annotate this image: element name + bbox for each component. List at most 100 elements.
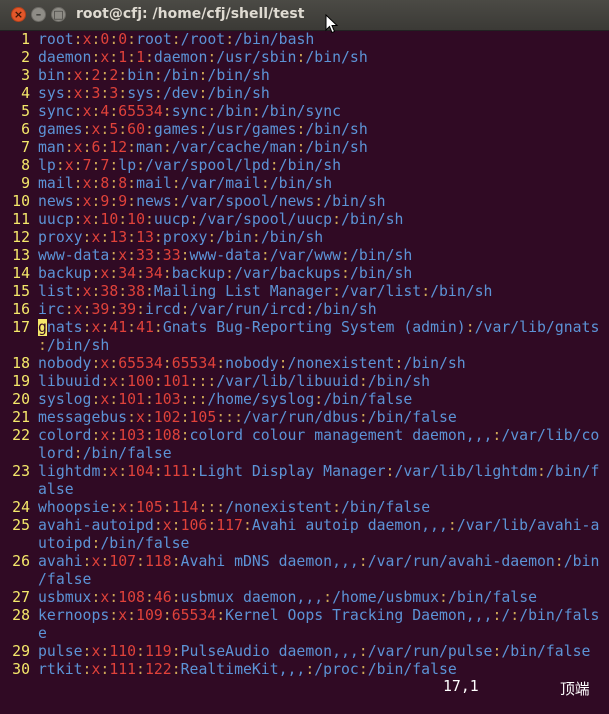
window-title: root@cfj: /home/cfj/shell/test (76, 6, 305, 22)
text-segment: : (305, 661, 315, 678)
text-segment: 34 (144, 265, 163, 282)
text-segment: : (153, 373, 163, 390)
editor-line[interactable]: 15 list:x:38:38:Mailing List Manager:/var… (0, 283, 609, 301)
maximize-button[interactable]: □ (51, 7, 66, 22)
editor-line[interactable]: 22 colord:x:103:108:colord colour managem… (0, 427, 609, 445)
text-segment: 38 (127, 283, 145, 300)
editor-line[interactable]: 25 avahi-autoipd:x:106:117:Avahi autoip d… (0, 517, 609, 535)
editor-line[interactable]: alse (0, 481, 609, 499)
text-segment: 10 (100, 211, 119, 228)
text-segment: : (109, 193, 119, 210)
text-segment: : (153, 85, 163, 102)
text-segment: : (162, 139, 172, 156)
editor-line[interactable]: 7 man:x:6:12:man:/var/cache/man:/bin/sh (0, 139, 609, 157)
editor-line[interactable]: 28 kernoops:x:109:65534:Kernel Oops Track… (0, 607, 609, 625)
editor-line[interactable]: 3 bin:x:2:2:bin:/bin:/bin/sh (0, 67, 609, 85)
editor-line[interactable]: 9 mail:x:8:8:mail:/var/mail:/bin/sh (0, 175, 609, 193)
text-segment: /bin/sh (305, 121, 368, 138)
text-segment: /bin/sh (403, 355, 466, 372)
text-segment: games (153, 121, 199, 138)
editor-line[interactable]: 24 whoopsie:x:105:114:::/nonexistent:/bin… (0, 499, 609, 517)
text-segment: 9 (100, 193, 110, 210)
minimize-button[interactable]: – (31, 7, 46, 22)
editor-line[interactable]: 5 sync:x:4:65534:sync:/bin:/bin/sync (0, 103, 609, 121)
editor-line[interactable]: 18 nobody:x:65534:65534:nobody:/nonexiste… (0, 355, 609, 373)
text-segment: : (180, 301, 190, 318)
text-segment: 10 (127, 211, 145, 228)
editor-line[interactable]: 11 uucp:x:10:10:uucp:/var/spool/uucp:/bin… (0, 211, 609, 229)
line-number: 7 (21, 139, 30, 156)
title-bar[interactable]: × – □ root@cfj: /home/cfj/shell/test (0, 0, 609, 34)
editor-line[interactable]: 1 root:x:0:0:root:/root:/bin/bash (0, 31, 609, 49)
editor-line[interactable]: 13 www-data:x:33:33:www-data:/var/www:/bi… (0, 247, 609, 265)
text-segment: : (127, 499, 137, 516)
text-segment: 65534 (171, 355, 217, 372)
editor-line[interactable]: :/bin/sh (0, 337, 609, 355)
line-number: 20 (12, 391, 30, 408)
text-segment: /bin/false (341, 499, 431, 516)
text-segment: : (332, 211, 342, 228)
text-segment: /bin/sh (323, 193, 386, 210)
text-segment: : (82, 67, 92, 84)
text-segment: : (109, 157, 119, 174)
text-segment: 108 (118, 589, 145, 606)
editor-line[interactable]: e (0, 625, 609, 643)
text-segment: 33 (162, 247, 181, 264)
text-segment: /bin (563, 553, 600, 570)
editor-line[interactable]: 17 gnats:x:41:41:Gnats Bug-Reporting Syst… (0, 319, 609, 337)
text-segment: uucp (153, 211, 190, 228)
line-number: 1 (21, 31, 30, 48)
editor-line[interactable]: 10 news:x:9:9:news:/var/spool/news:/bin/s… (0, 193, 609, 211)
text-segment: 0 (100, 31, 110, 48)
line-number: 19 (12, 373, 30, 390)
editor-line[interactable]: 21 messagebus:x:102:105:::/var/run/dbus:/… (0, 409, 609, 427)
editor-line[interactable]: utoipd:/bin/false (0, 535, 609, 553)
text-segment: /bin/f (545, 463, 600, 480)
editor-line[interactable]: /false (0, 571, 609, 589)
text-segment: :: (225, 409, 243, 426)
text-segment: Avahi mDNS daemon,,, (180, 553, 359, 570)
text-segment: : (216, 607, 226, 624)
text-segment: man (38, 139, 65, 156)
text-segment: : (118, 373, 128, 390)
text-segment: : (554, 553, 564, 570)
text-segment: 103 (153, 391, 181, 408)
text-segment: /bin (162, 67, 199, 84)
text-segment: /dev (162, 85, 199, 102)
cursor-position: 17,1 (443, 678, 479, 695)
editor-line[interactable]: 14 backup:x:34:34:backup:/var/backups:/bi… (0, 265, 609, 283)
editor-line[interactable]: lord:/bin/false (0, 445, 609, 463)
text-segment: /bin (216, 103, 252, 120)
text-segment: /bin/sh (305, 49, 368, 66)
editor-line[interactable]: 16 irc:x:39:39:ircd:/var/run/ircd:/bin/sh (0, 301, 609, 319)
text-segment: /var/www (269, 247, 342, 264)
text-segment: 114 (171, 499, 199, 516)
text-segment: /home/usbmux (332, 589, 439, 606)
text-segment: /bin/sh (269, 175, 333, 192)
text-segment: : (278, 355, 288, 372)
editor-line[interactable]: 19 libuuid:x:100:101:::/var/lib/libuuid:/… (0, 373, 609, 391)
editor-line[interactable]: 12 proxy:x:13:13:proxy:/bin:/bin/sh (0, 229, 609, 247)
line-number: 11 (12, 211, 30, 228)
text-segment: proxy (38, 229, 83, 246)
editor-line[interactable]: 4 sys:x:3:3:sys:/dev:/bin/sh (0, 85, 609, 103)
text-segment: : (314, 193, 324, 210)
editor-line[interactable]: 6 games:x:5:60:games:/usr/games:/bin/sh (0, 121, 609, 139)
text-segment: : (100, 121, 110, 138)
text-segment: : (332, 499, 342, 516)
editor-line[interactable]: 26 avahi:x:107:118:Avahi mDNS daemon,,,:/… (0, 553, 609, 571)
editor-line[interactable]: 30 rtkit:x:111:122:RealtimeKit,,,:/proc:/… (0, 661, 609, 679)
editor-line[interactable]: 2 daemon:x:1:1:daemon:/usr/sbin:/bin/sh (0, 49, 609, 67)
editor-line[interactable]: 8 lp:x:7:7:lp:/var/spool/lpd:/bin/sh (0, 157, 609, 175)
editor-line[interactable]: 27 usbmux:x:108:46:usbmux daemon,,,:/home… (0, 589, 609, 607)
editor-line[interactable]: 23 lightdm:x:104:111:Light Display Manage… (0, 463, 609, 481)
text-segment: : (127, 31, 137, 48)
editor-line[interactable]: 20 syslog:x:101:103:::/home/syslog:/bin/f… (0, 391, 609, 409)
editor-line[interactable]: 29 pulse:x:110:119:PulseAudio daemon,,,:/… (0, 643, 609, 661)
text-segment: www-data (189, 247, 261, 264)
text-segment: /bin/sh (46, 337, 110, 354)
close-button[interactable]: × (11, 7, 26, 22)
terminal-text-area[interactable]: 1 root:x:0:0:root:/root:/bin/bash 2 daemon:… (0, 31, 609, 714)
text-segment: 4 (100, 103, 110, 120)
text-segment: : (510, 607, 520, 624)
